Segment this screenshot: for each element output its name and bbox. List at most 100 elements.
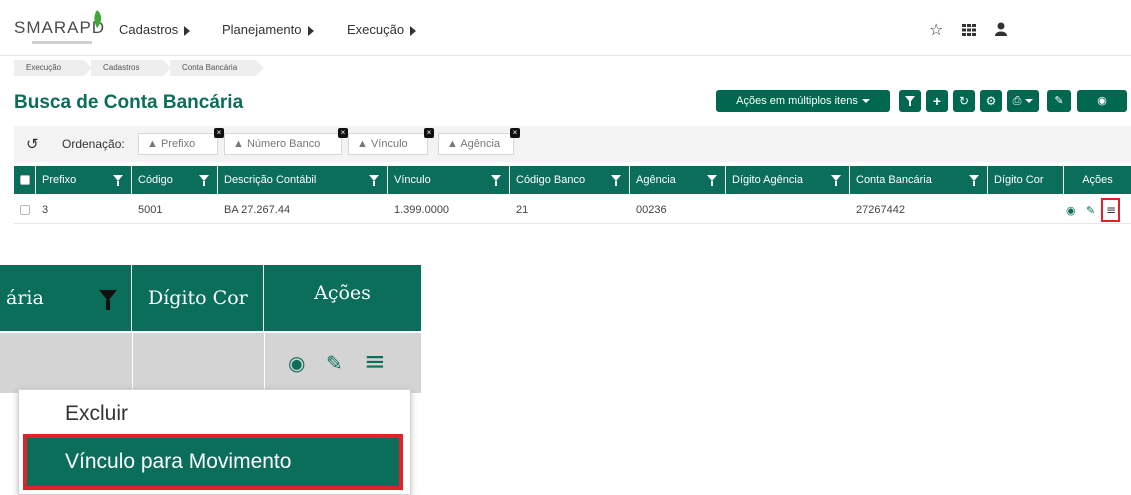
column-codigo-banco[interactable]: Código Banco (510, 166, 630, 194)
nav-planejamento[interactable]: Planejamento (222, 22, 314, 37)
column-label: Prefixo (42, 174, 77, 186)
column-prefixo[interactable]: Prefixo (36, 166, 132, 194)
zoom-table-row[interactable]: ◉ ✎ ≡ (0, 333, 421, 393)
filter-icon[interactable] (99, 290, 117, 310)
column-digito-conta[interactable]: Dígito Cor (988, 166, 1064, 194)
close-icon[interactable]: × (214, 128, 224, 138)
nav-planejamento-label: Planejamento (222, 22, 302, 37)
breadcrumb-execucao[interactable]: Execução (14, 60, 92, 76)
filter-icon[interactable] (707, 175, 717, 186)
sort-chip-prefixo[interactable]: ▲ Prefixo × (138, 128, 224, 155)
close-icon[interactable]: × (338, 128, 348, 138)
chevron-right-icon (307, 25, 314, 36)
eye-icon[interactable]: ◉ (288, 351, 305, 375)
eraser-icon: ✎ (1054, 95, 1064, 107)
menu-item-excluir[interactable]: Excluir (19, 394, 410, 434)
print-button[interactable]: ⎙ (1007, 90, 1039, 112)
nav-execucao[interactable]: Execução (347, 22, 417, 37)
nav-cadastros-label: Cadastros (119, 22, 179, 37)
table-row[interactable]: 3 5001 BA 27.267.44 1.399.0000 21 00236 … (14, 196, 1131, 224)
filter-icon[interactable] (369, 175, 379, 186)
nav-cadastros[interactable]: Cadastros (119, 22, 191, 37)
main-screen: SMARAPD Cadastros Planejamento Execução … (0, 0, 1131, 232)
column-acoes: Ações (1082, 174, 1113, 186)
column-label: ária (6, 287, 44, 309)
table-header: Prefixo Código Descrição Contábil Víncul… (14, 166, 1131, 194)
chevron-right-icon (410, 25, 417, 36)
printer-icon: ⎙ (1012, 95, 1022, 107)
nav-execucao-label: Execução (347, 22, 405, 37)
filter-button[interactable] (899, 90, 921, 112)
settings-button[interactable]: ⚙ (980, 90, 1002, 112)
eye-icon[interactable]: ◉ (1066, 204, 1076, 217)
bulk-actions-button[interactable]: Ações em múltiplos itens (716, 90, 890, 112)
zoom-column-digito[interactable]: Dígito Cor (132, 265, 264, 331)
column-label: Conta Bancária (856, 174, 932, 186)
caret-down-icon (861, 99, 870, 104)
sort-chip-label: Vínculo (370, 138, 408, 150)
zoom-column-conta[interactable]: ária (0, 265, 132, 331)
chevron-right-icon (184, 25, 191, 36)
column-label: Vínculo (394, 174, 431, 186)
divider (132, 333, 133, 393)
divider (264, 333, 265, 393)
cell-descricao: BA 27.267.44 (224, 204, 291, 216)
filter-icon[interactable] (969, 175, 979, 186)
leaf-logo-icon (94, 10, 102, 28)
edit-icon[interactable]: ✎ (1086, 204, 1095, 217)
sort-bar: ↺ Ordenação: ▲ Prefixo × ▲ Número Banco × … (14, 126, 1131, 162)
zoom-table-header: ária Dígito Cor Ações (0, 265, 421, 331)
cell-conta: 27267442 (856, 204, 905, 216)
user-icon[interactable] (995, 22, 1007, 36)
filter-icon[interactable] (831, 175, 841, 186)
cell-digito-agencia (726, 196, 732, 224)
highlight-box (1101, 198, 1120, 222)
filter-icon[interactable] (491, 175, 501, 186)
sort-chip-numero-banco[interactable]: ▲ Número Banco × (224, 128, 348, 155)
star-icon[interactable]: ☆ (929, 20, 943, 39)
grid-icon[interactable] (962, 24, 976, 36)
column-label: Dígito Cor (994, 174, 1044, 186)
add-button[interactable]: + (926, 90, 948, 112)
filter-icon[interactable] (199, 175, 209, 186)
row-checkbox[interactable] (14, 196, 30, 224)
select-all-checkbox[interactable] (14, 166, 36, 194)
zoomed-actions-panel: ária Dígito Cor Ações ◉ ✎ ≡ Excluir Vínc… (0, 265, 421, 495)
column-agencia[interactable]: Agência (630, 166, 726, 194)
filter-icon[interactable] (113, 175, 123, 186)
cell-codigo-banco: 21 (516, 204, 529, 216)
close-icon[interactable]: × (424, 128, 434, 138)
sort-chip-vinculo[interactable]: ▲ Vínculo × (348, 128, 434, 155)
column-label: Agência (636, 174, 676, 186)
bulk-actions-label: Ações em múltiplos itens (736, 95, 858, 107)
sort-chip-agencia[interactable]: ▲ Agência × (438, 128, 520, 155)
clear-button[interactable]: ✎ (1047, 90, 1071, 112)
breadcrumb-cadastros[interactable]: Cadastros (91, 60, 171, 76)
column-label: Código (138, 174, 173, 186)
cell-digito-conta (988, 196, 994, 224)
breadcrumb-conta-bancaria[interactable]: Conta Bancária (170, 60, 264, 76)
actions-dropdown-menu: Excluir Vínculo para Movimento (18, 389, 411, 495)
sort-label: Ordenação: (62, 137, 125, 151)
undo-icon[interactable]: ↺ (26, 135, 39, 153)
menu-icon[interactable]: ≡ (364, 347, 386, 377)
view-button[interactable]: ◉ (1077, 90, 1127, 112)
edit-icon[interactable]: ✎ (326, 351, 343, 375)
gear-icon: ⚙ (985, 94, 997, 108)
refresh-button[interactable]: ↻ (953, 90, 975, 112)
filter-icon[interactable] (611, 175, 621, 186)
sort-chip-label: Prefixo (160, 138, 196, 150)
column-label: Dígito Agência (732, 174, 803, 186)
eye-icon: ◉ (1097, 95, 1107, 107)
sort-chip-label: Agência (460, 138, 501, 150)
column-vinculo[interactable]: Vínculo (388, 166, 510, 194)
column-label: Descrição Contábil (224, 174, 317, 186)
column-digito-agencia[interactable]: Dígito Agência (726, 166, 850, 194)
filter-icon (905, 96, 915, 106)
cell-vinculo: 1.399.0000 (394, 204, 450, 216)
highlight-box (23, 434, 403, 490)
column-descricao[interactable]: Descrição Contábil (218, 166, 388, 194)
column-codigo[interactable]: Código (132, 166, 218, 194)
column-conta-bancaria[interactable]: Conta Bancária (850, 166, 988, 194)
close-icon[interactable]: × (510, 128, 520, 138)
